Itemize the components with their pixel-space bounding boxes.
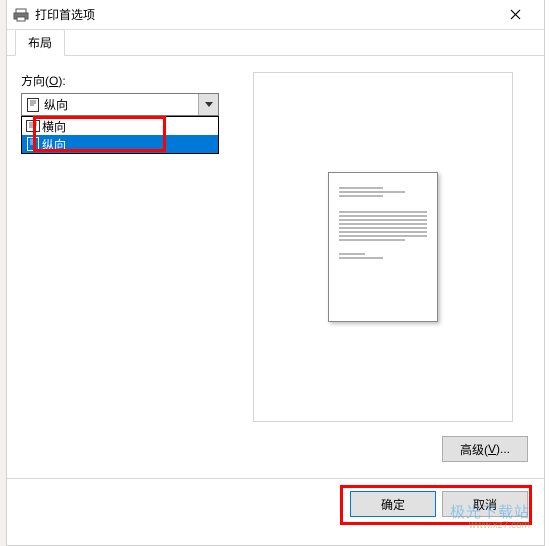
print-preview [253,72,513,422]
separator [7,478,544,479]
left-column: 方向(O): 纵向 横向 [21,72,241,422]
page-landscape-icon [26,119,40,133]
orientation-label: 方向(O): [21,72,241,89]
print-preferences-window: 打印首选项 布局 方向(O): 纵向 [6,0,545,546]
titlebar: 打印首选项 [7,0,544,30]
orientation-label-suffix: ): [58,74,65,88]
orientation-option-portrait[interactable]: 纵向 [22,135,218,153]
tab-layout[interactable]: 布局 [15,29,65,56]
advanced-label-suffix: )... [496,442,510,456]
orientation-label-prefix: 方向( [21,74,49,88]
printer-icon [13,7,29,23]
tab-strip: 布局 [7,30,544,56]
page-portrait-icon [26,137,40,151]
advanced-row: 高级(V)... [7,430,544,462]
advanced-label-prefix: 高级( [460,441,488,458]
content-area: 方向(O): 纵向 横向 [7,56,544,430]
advanced-label-hotkey: V [488,442,496,456]
orientation-combobox[interactable]: 纵向 [21,93,219,116]
orientation-label-hotkey: O [49,74,58,88]
cancel-button[interactable]: 取消 [442,491,528,517]
dialog-buttons: 确定 取消 [7,491,544,531]
close-button[interactable] [493,1,538,29]
orientation-option-landscape[interactable]: 横向 [22,117,218,135]
chevron-down-icon [198,94,218,115]
orientation-option-label: 纵向 [42,136,66,153]
orientation-option-label: 横向 [42,118,66,135]
orientation-selected-text: 纵向 [44,96,198,113]
advanced-button[interactable]: 高级(V)... [442,436,528,462]
page-portrait-icon [26,98,40,112]
orientation-dropdown: 横向 纵向 [21,116,219,154]
preview-page [328,172,438,322]
ok-button[interactable]: 确定 [350,491,436,517]
window-title: 打印首选项 [35,6,493,23]
